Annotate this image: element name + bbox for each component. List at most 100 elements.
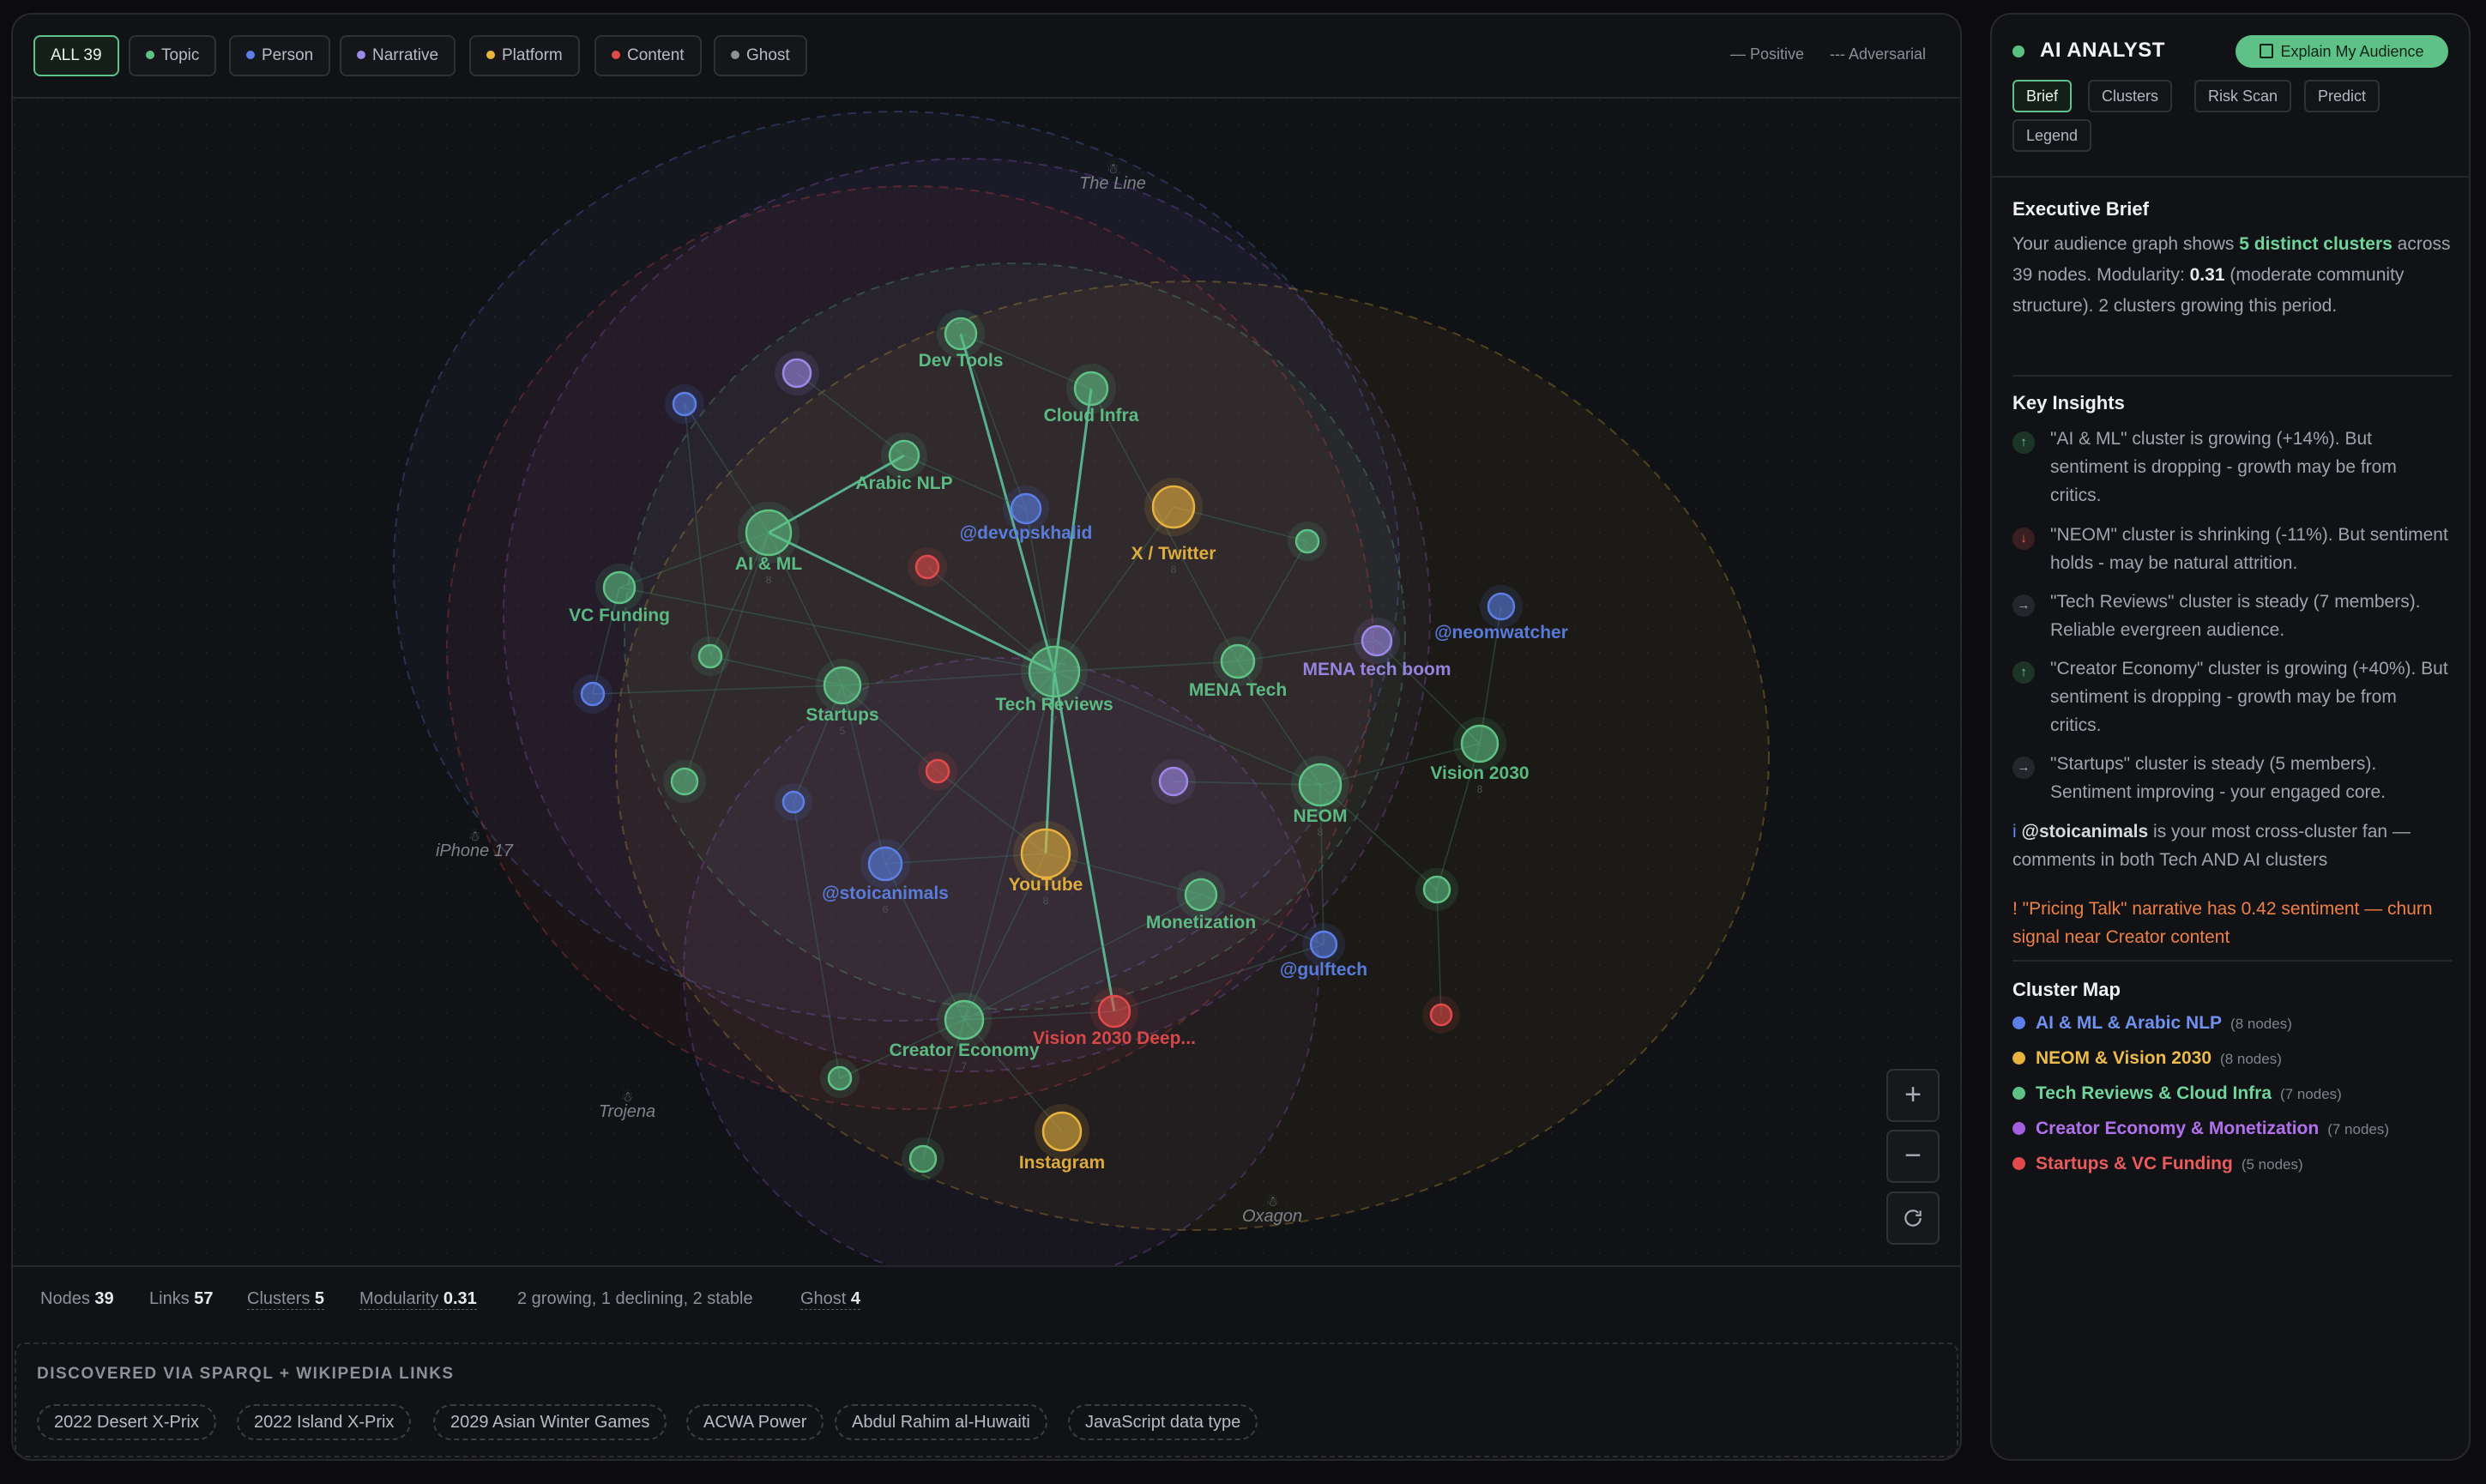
cluster-dot-icon: [2012, 1052, 2025, 1065]
node-label: Instagram: [1019, 1153, 1105, 1173]
graph-node-u7[interactable]: [663, 760, 706, 803]
divider: [2012, 375, 2452, 377]
graph-panel: ALL 39 Topic Person Narrative Platform C…: [11, 13, 1962, 1461]
reset-view-button[interactable]: [1886, 1191, 1940, 1245]
filter-all[interactable]: ALL 39: [33, 35, 119, 76]
stat-modularity[interactable]: Modularity 0.31: [359, 1289, 477, 1310]
ghost-dot-icon: [731, 51, 739, 59]
graph-node-u8[interactable]: [775, 783, 812, 821]
tab-legend[interactable]: Legend: [2012, 119, 2092, 152]
graph-node-u12[interactable]: [1422, 996, 1460, 1034]
discovered-chip[interactable]: 2022 Island X-Prix: [237, 1404, 412, 1440]
tab-risk-scan[interactable]: Risk Scan: [2194, 80, 2292, 112]
graph-node-ai_ml[interactable]: AI & ML8: [735, 502, 802, 586]
node-label: @devopskhalid: [960, 523, 1093, 543]
node-label: YouTube: [1009, 875, 1083, 895]
cluster-map-item[interactable]: Startups & VC Funding (5 nodes): [2012, 1154, 2303, 1174]
discovered-chip[interactable]: 2022 Desert X-Prix: [37, 1404, 216, 1440]
graph-node-u1[interactable]: [775, 351, 819, 395]
trend-up-icon: ↑: [2012, 431, 2035, 454]
ghost-label: Oxagon: [1242, 1207, 1302, 1226]
node-badge: 7: [1052, 715, 1058, 727]
legend-positive: — Positive: [1730, 45, 1805, 63]
stat-ghost[interactable]: Ghost 4: [800, 1289, 861, 1310]
graph-node-u5[interactable]: [691, 636, 730, 676]
node-label: Tech Reviews: [995, 695, 1113, 715]
person-dot-icon: [246, 51, 255, 59]
cluster-map-item[interactable]: Tech Reviews & Cloud Infra (7 nodes): [2012, 1083, 2342, 1104]
graph-node-u9[interactable]: [918, 751, 957, 791]
risk-note: ! "Pricing Talk" narrative has 0.42 sent…: [2012, 899, 2433, 947]
graph-node-u2[interactable]: [665, 384, 704, 424]
graph-node-u4[interactable]: [1288, 522, 1327, 561]
discovered-chip[interactable]: 2029 Asian Winter Games: [433, 1404, 667, 1440]
audience-graph[interactable]: AI & ML8Dev ToolsCloud InfraArabic NLPVC…: [13, 99, 1960, 1265]
filter-platform[interactable]: Platform: [469, 35, 580, 76]
filter-ghost[interactable]: Ghost: [714, 35, 807, 76]
discovered-chip[interactable]: Abdul Rahim al-Huwaiti: [835, 1404, 1047, 1440]
node-label: MENA Tech: [1189, 680, 1287, 700]
status-dot-icon: [2012, 45, 2024, 57]
graph-node-u3[interactable]: [908, 547, 947, 587]
filter-content[interactable]: Content: [594, 35, 702, 76]
report-icon: [2260, 44, 2274, 58]
ghost-label: Trojena: [599, 1102, 655, 1121]
filter-narrative[interactable]: Narrative: [340, 35, 456, 76]
graph-node-u10[interactable]: [1151, 759, 1196, 804]
tab-clusters[interactable]: Clusters: [2088, 80, 2173, 112]
zoom-out-button[interactable]: −: [1886, 1130, 1940, 1183]
filter-person[interactable]: Person: [229, 35, 331, 76]
narrative-dot-icon: [357, 51, 365, 59]
cluster-map-item[interactable]: AI & ML & Arabic NLP (8 nodes): [2012, 1013, 2292, 1034]
plus-icon: +: [1904, 1078, 1922, 1111]
zoom-in-button[interactable]: +: [1886, 1069, 1940, 1122]
analyst-header: AI ANALYST Explain My Audience Brief Clu…: [1992, 15, 2469, 178]
trend-down-icon: ↓: [2012, 528, 2035, 550]
node-label: NEOM: [1294, 806, 1348, 826]
stat-clusters[interactable]: Clusters 5: [247, 1289, 325, 1310]
cluster-map-title: Cluster Map: [2012, 979, 2121, 1000]
graph-node-u13[interactable]: [820, 1059, 860, 1098]
node-label: X / Twitter: [1131, 544, 1216, 564]
cluster-dot-icon: [2012, 1122, 2025, 1135]
topic-dot-icon: [146, 51, 154, 59]
node-label: @neomwatcher: [1434, 623, 1568, 642]
cluster-map-item[interactable]: NEOM & Vision 2030 (8 nodes): [2012, 1048, 2282, 1069]
cluster-dot-icon: [2012, 1157, 2025, 1170]
cluster-map-item[interactable]: Creator Economy & Monetization (7 nodes): [2012, 1119, 2389, 1139]
discovered-chip[interactable]: JavaScript data type: [1068, 1404, 1258, 1440]
ai-analyst-panel: AI ANALYST Explain My Audience Brief Clu…: [1990, 13, 2471, 1461]
discovered-links-section: DISCOVERED VIA SPARQL + WIKIPEDIA LINKS …: [15, 1342, 1958, 1457]
graph-node-u14[interactable]: [902, 1137, 944, 1180]
explain-audience-button[interactable]: Explain My Audience: [2236, 35, 2448, 68]
executive-brief-title: Executive Brief: [2012, 198, 2149, 220]
trend-up-icon: ↑: [2012, 661, 2035, 684]
trend-flat-icon: →: [2012, 757, 2035, 779]
node-badge: 8: [1477, 783, 1483, 795]
node-label: Vision 2030: [1430, 763, 1529, 783]
graph-node-neom[interactable]: NEOM8: [1291, 756, 1349, 838]
node-badge: 8: [766, 574, 772, 586]
node-badge: 5: [840, 725, 846, 737]
ghost-label: iPhone 17: [436, 842, 514, 860]
node-label: Monetization: [1146, 913, 1256, 932]
node-label: Creator Economy: [889, 1041, 1039, 1060]
tab-brief[interactable]: Brief: [2012, 80, 2073, 112]
graph-node-u11[interactable]: [1415, 868, 1458, 911]
stat-trend-summary: 2 growing, 1 declining, 2 stable: [517, 1289, 753, 1308]
platform-dot-icon: [486, 51, 495, 59]
tab-predict[interactable]: Predict: [2304, 80, 2380, 112]
graph-node-u6[interactable]: [573, 674, 612, 714]
node-badge: 8: [1171, 564, 1177, 576]
discovered-chip[interactable]: ACWA Power: [686, 1404, 824, 1440]
stats-bar: Nodes 39 Links 57 Clusters 5 Modularity …: [13, 1265, 1960, 1330]
cross-cluster-fan-note: i @stoicanimals is your most cross-clust…: [2012, 822, 2411, 870]
node-label: Vision 2030 Deep...: [1033, 1029, 1196, 1048]
content-dot-icon: [612, 51, 620, 59]
trend-flat-icon: →: [2012, 594, 2035, 617]
filter-topic[interactable]: Topic: [129, 35, 217, 76]
node-label: AI & ML: [735, 554, 802, 574]
refresh-icon: [1904, 1210, 1922, 1227]
node-label: @stoicanimals: [822, 884, 949, 903]
node-badge: 7: [962, 1060, 968, 1072]
